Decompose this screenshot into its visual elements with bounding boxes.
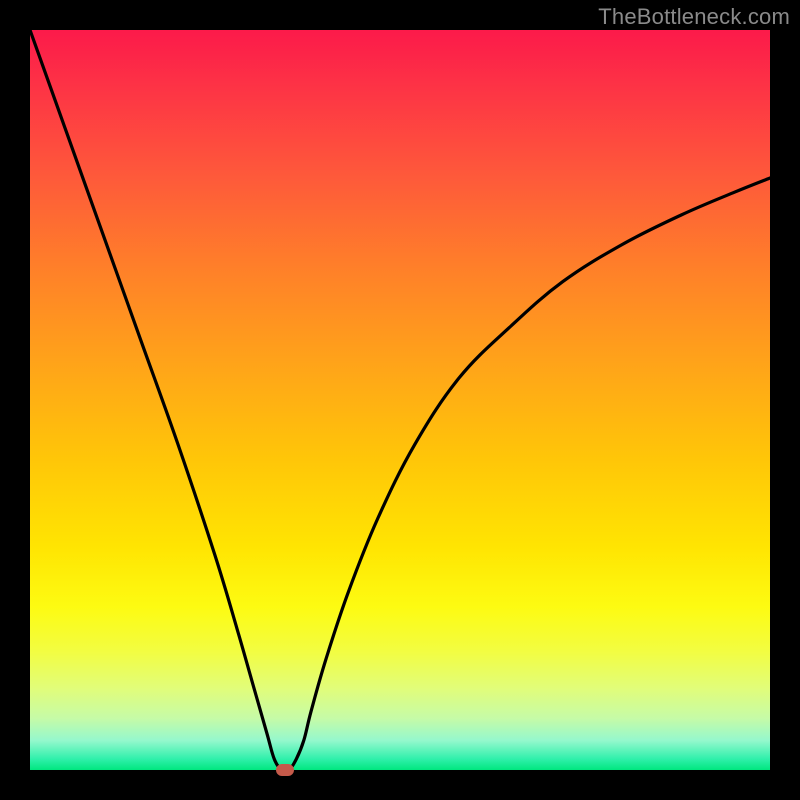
watermark-text: TheBottleneck.com: [598, 4, 790, 30]
plot-area: [30, 30, 770, 770]
chart-frame: TheBottleneck.com: [0, 0, 800, 800]
optimum-marker: [276, 764, 294, 776]
bottleneck-curve: [30, 30, 770, 770]
